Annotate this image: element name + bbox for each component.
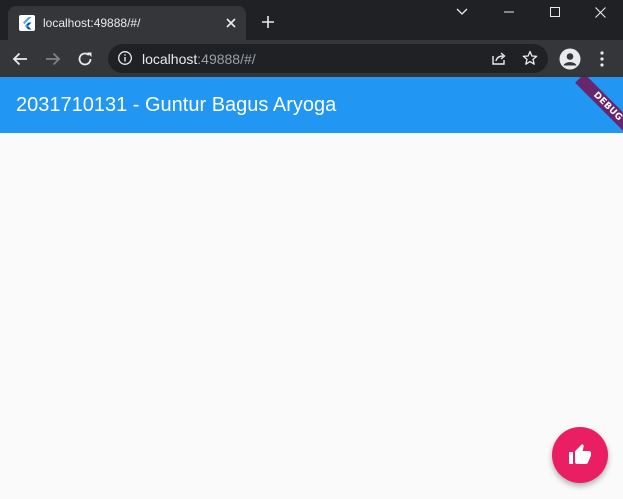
minimize-icon[interactable] — [486, 0, 532, 24]
tab-search-icon[interactable] — [439, 0, 485, 24]
url-path: :49888/#/ — [197, 51, 256, 67]
page-title: 2031710131 - Guntur Bagus Aryoga — [16, 94, 337, 116]
like-fab-button[interactable] — [552, 427, 608, 483]
menu-kebab-icon[interactable] — [590, 47, 614, 71]
forward-icon[interactable] — [41, 47, 65, 71]
new-tab-icon[interactable] — [259, 13, 277, 31]
reload-icon[interactable] — [73, 47, 97, 71]
browser-toolbar: localhost:49888/#/ — [0, 40, 623, 77]
thumb-up-icon — [568, 443, 592, 467]
url-host: localhost — [142, 51, 198, 67]
close-tab-icon[interactable] — [222, 14, 240, 32]
bookmark-star-icon[interactable] — [521, 49, 539, 67]
browser-tab-strip: localhost:49888/#/ — [0, 0, 623, 40]
share-icon[interactable] — [490, 49, 508, 67]
flutter-icon — [19, 15, 35, 31]
tab-title: localhost:49888/#/ — [43, 16, 141, 30]
close-window-icon[interactable] — [577, 0, 623, 24]
app-bar: 2031710131 - Guntur Bagus Aryoga DEBUG — [0, 77, 623, 133]
maximize-icon[interactable] — [532, 0, 578, 24]
address-bar[interactable]: localhost:49888/#/ — [108, 44, 548, 73]
debug-banner: DEBUG — [575, 77, 623, 133]
browser-tab[interactable]: localhost:49888/#/ — [8, 6, 246, 40]
back-icon[interactable] — [8, 47, 32, 71]
site-info-icon[interactable] — [117, 50, 133, 66]
url-text[interactable]: localhost:49888/#/ — [142, 51, 256, 67]
app-body — [0, 133, 623, 499]
profile-icon[interactable] — [558, 47, 582, 71]
